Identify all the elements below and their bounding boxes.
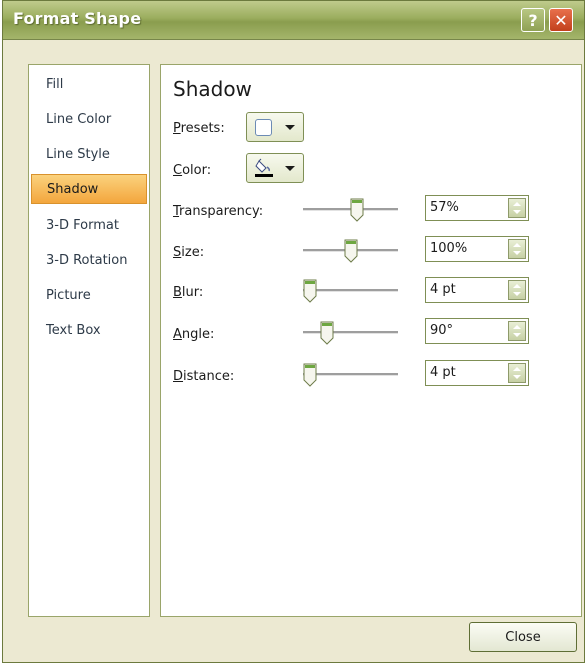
chevron-down-icon <box>285 125 295 130</box>
transparency-label: Transparency: <box>173 204 264 219</box>
spin-up-icon <box>513 284 521 288</box>
help-button[interactable]: ? <box>521 8 545 32</box>
close-icon: ✕ <box>554 10 568 30</box>
color-dropdown[interactable] <box>246 153 304 183</box>
blur-slider[interactable] <box>303 279 398 303</box>
panel-heading: Shadow <box>173 77 252 101</box>
blur-value[interactable]: 4 pt <box>430 282 456 297</box>
slider-thumb[interactable] <box>350 198 364 222</box>
presets-dropdown[interactable] <box>246 112 304 142</box>
format-shape-dialog: Format Shape ? ✕ Fill Line Color Line St… <box>2 0 585 663</box>
nav-item-line-color[interactable]: Line Color <box>31 105 147 135</box>
spin-down-icon <box>513 210 521 214</box>
spin-down-icon <box>513 251 521 255</box>
distance-spinbox[interactable]: 4 pt <box>425 360 529 386</box>
angle-value[interactable]: 90° <box>430 323 453 338</box>
help-icon: ? <box>528 10 538 30</box>
transparency-slider[interactable] <box>303 198 398 222</box>
spin-down-icon <box>513 292 521 296</box>
distance-value[interactable]: 4 pt <box>430 365 456 380</box>
spin-up-icon <box>513 202 521 206</box>
distance-label: Distance: <box>173 369 235 384</box>
slider-thumb[interactable] <box>303 363 317 387</box>
shadow-preset-icon <box>255 119 272 136</box>
nav-item-text-box[interactable]: Text Box <box>31 316 147 346</box>
nav-item-fill[interactable]: Fill <box>31 70 147 100</box>
size-slider[interactable] <box>303 239 398 263</box>
blur-spinbox[interactable]: 4 pt <box>425 277 529 303</box>
spin-up-icon <box>513 367 521 371</box>
paint-bucket-icon <box>255 158 273 177</box>
title-bar[interactable]: Format Shape ? ✕ <box>3 1 584 40</box>
size-label: Size: <box>173 245 205 260</box>
spin-up-icon <box>513 325 521 329</box>
color-label: Color: <box>173 163 212 178</box>
presets-label: Presets: <box>173 121 225 136</box>
angle-slider[interactable] <box>303 321 398 345</box>
nav-item-3d-rotation[interactable]: 3-D Rotation <box>31 246 147 276</box>
transparency-spinbox[interactable]: 57% <box>425 195 529 221</box>
distance-slider[interactable] <box>303 363 398 387</box>
chevron-down-icon <box>285 166 295 171</box>
slider-thumb[interactable] <box>344 239 358 263</box>
blur-label: Blur: <box>173 285 204 300</box>
window-close-button[interactable]: ✕ <box>549 8 573 32</box>
nav-item-picture[interactable]: Picture <box>31 281 147 311</box>
spin-buttons[interactable] <box>508 363 526 383</box>
shadow-panel: Shadow Presets: Color: Transparency: 57% <box>160 64 582 617</box>
spin-buttons[interactable] <box>508 321 526 341</box>
window-title: Format Shape <box>13 9 142 28</box>
spin-down-icon <box>513 333 521 337</box>
spin-buttons[interactable] <box>508 280 526 300</box>
slider-thumb[interactable] <box>320 321 334 345</box>
nav-item-line-style[interactable]: Line Style <box>31 140 147 170</box>
nav-item-shadow[interactable]: Shadow <box>31 174 147 204</box>
size-value[interactable]: 100% <box>430 241 467 256</box>
nav-item-3d-format[interactable]: 3-D Format <box>31 211 147 241</box>
category-list: Fill Line Color Line Style Shadow 3-D Fo… <box>28 64 150 617</box>
angle-label: Angle: <box>173 327 215 342</box>
slider-thumb[interactable] <box>303 279 317 303</box>
spin-down-icon <box>513 375 521 379</box>
angle-spinbox[interactable]: 90° <box>425 318 529 344</box>
size-spinbox[interactable]: 100% <box>425 236 529 262</box>
slider-track <box>303 373 398 376</box>
slider-track <box>303 289 398 292</box>
spin-buttons[interactable] <box>508 239 526 259</box>
spin-buttons[interactable] <box>508 198 526 218</box>
spin-up-icon <box>513 243 521 247</box>
slider-track <box>303 331 398 334</box>
close-button[interactable]: Close <box>469 622 577 652</box>
transparency-value[interactable]: 57% <box>430 200 459 215</box>
